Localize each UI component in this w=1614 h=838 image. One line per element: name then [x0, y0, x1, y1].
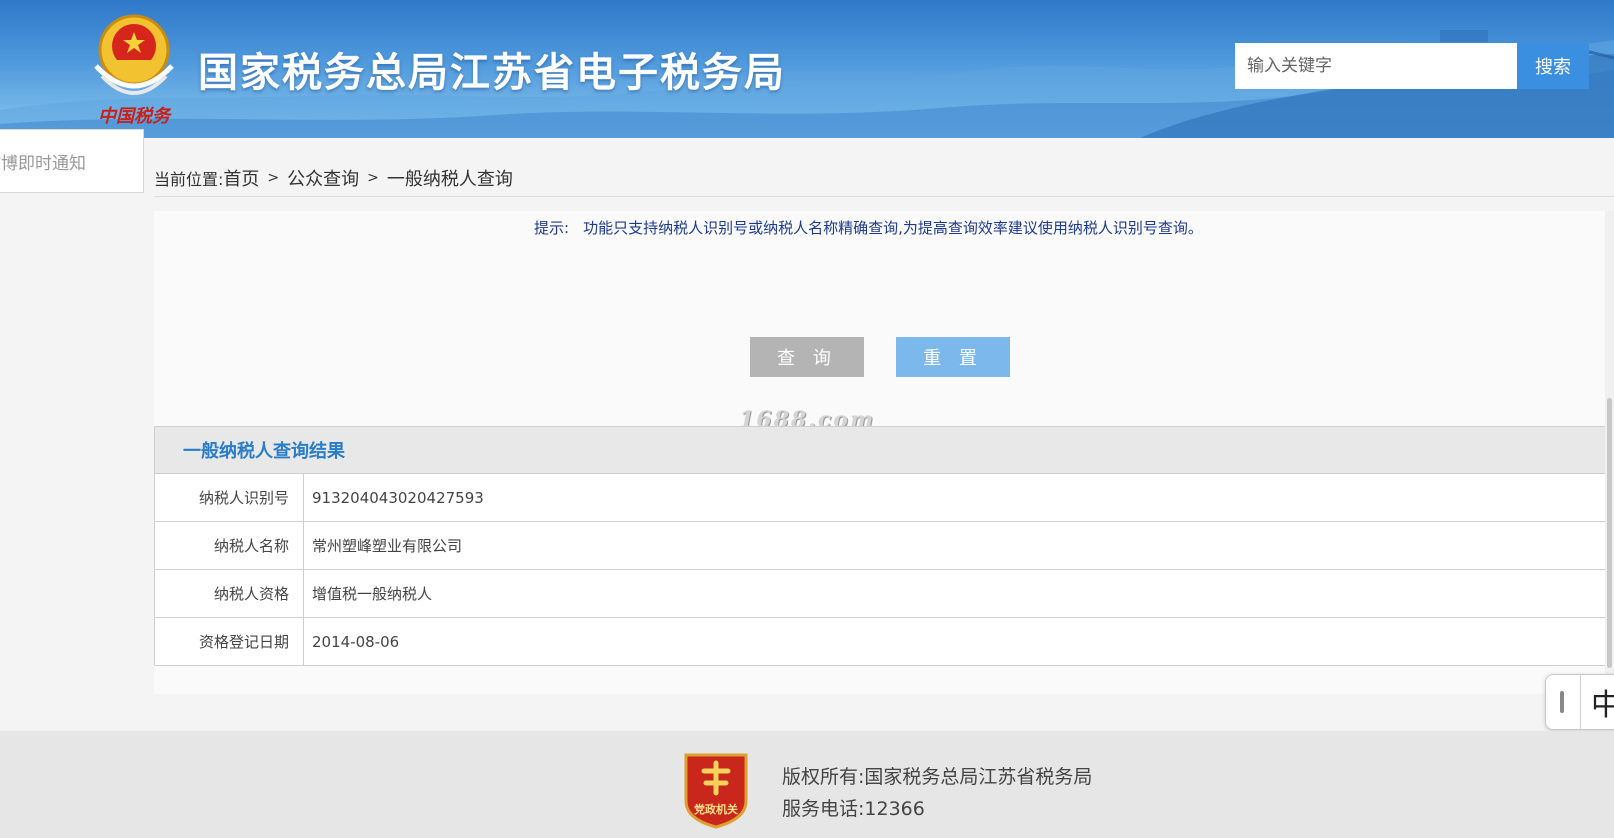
- breadcrumb-separator: >: [267, 170, 280, 186]
- weibo-tab-label: 微博即时通知: [0, 153, 86, 174]
- row-key: 纳税人识别号: [155, 474, 304, 521]
- row-key: 资格登记日期: [155, 618, 304, 665]
- row-key: 纳税人资格: [155, 570, 304, 617]
- header-search: 搜索: [1235, 43, 1591, 89]
- site-header: 中国税务 国家税务总局江苏省电子税务局 搜索: [0, 0, 1614, 138]
- breadcrumb-separator: >: [367, 170, 379, 186]
- search-input[interactable]: [1235, 43, 1517, 89]
- badge-text: 党政机关: [694, 802, 738, 816]
- divider: [1580, 674, 1581, 730]
- copyright-text: 版权所有:国家税务总局江苏省税务局: [782, 766, 1093, 788]
- table-row: 资格登记日期 2014-08-06: [154, 618, 1606, 666]
- results-title: 一般纳税人查询结果: [154, 426, 1606, 474]
- breadcrumb-label: 当前位置:: [154, 170, 224, 189]
- site-footer: 党政机关 版权所有:国家税务总局江苏省税务局 服务电话:12366: [0, 731, 1614, 838]
- query-tip: 提示: 功能只支持纳税人识别号或纳税人名称精确查询,为提高查询效率建议使用纳税人识…: [534, 217, 1203, 238]
- reset-button[interactable]: 重 置: [896, 337, 1010, 377]
- row-value: 常州塑峰塑业有限公司: [312, 537, 463, 555]
- breadcrumb: 当前位置: 首页 > 公众查询 > 一般纳税人查询: [154, 160, 1614, 197]
- site-title: 国家税务总局江苏省电子税务局: [198, 50, 786, 96]
- ime-indicator[interactable]: 中: [1545, 674, 1614, 730]
- national-emblem-logo: 中国税务: [86, 10, 182, 130]
- breadcrumb-item-home[interactable]: 首页: [223, 165, 259, 191]
- scrollbar-thumb[interactable]: [1607, 398, 1612, 668]
- table-row: 纳税人识别号 913204043020427593: [154, 474, 1606, 522]
- party-government-badge-icon[interactable]: 党政机关: [682, 749, 750, 829]
- drag-handle-icon[interactable]: [1560, 691, 1564, 713]
- weibo-notification-tab[interactable]: 微博即时通知: [0, 129, 144, 193]
- emblem-caption: 中国税务: [98, 106, 173, 127]
- query-button[interactable]: 查 询: [750, 337, 864, 377]
- footer-info: 版权所有:国家税务总局江苏省税务局 服务电话:12366: [782, 761, 1092, 825]
- breadcrumb-item-current: 一般纳税人查询: [386, 169, 513, 190]
- row-key: 纳税人名称: [155, 522, 304, 569]
- ime-mode-label: 中: [1591, 688, 1614, 723]
- hotline-text: 服务电话:12366: [782, 798, 925, 820]
- search-button[interactable]: 搜索: [1517, 43, 1589, 89]
- results-table: 一般纳税人查询结果 纳税人识别号 913204043020427593 纳税人名…: [154, 426, 1606, 666]
- tip-label: 提示:: [534, 219, 570, 237]
- query-panel: 提示: 功能只支持纳税人识别号或纳税人名称精确查询,为提高查询效率建议使用纳税人识…: [154, 211, 1606, 694]
- tip-text: 功能只支持纳税人识别号或纳税人名称精确查询,为提高查询效率建议使用纳税人识别号查…: [583, 219, 1203, 237]
- table-row: 纳税人资格 增值税一般纳税人: [154, 570, 1606, 618]
- row-value: 913204043020427593: [312, 488, 484, 507]
- row-value: 2014-08-06: [312, 632, 400, 651]
- row-value: 增值税一般纳税人: [312, 585, 433, 603]
- breadcrumb-item-public-query[interactable]: 公众查询: [287, 165, 359, 191]
- table-row: 纳税人名称 常州塑峰塑业有限公司: [154, 522, 1606, 570]
